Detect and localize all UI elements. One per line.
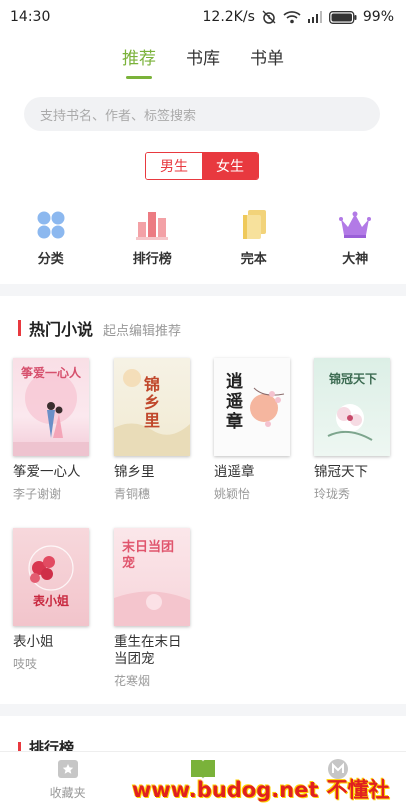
book-cover: 锦冠天下 <box>314 358 390 456</box>
book-cover: 表小姐 <box>13 528 89 626</box>
category-label: 完本 <box>240 252 267 267</box>
gender-toggle: 男生 女生 <box>145 152 259 180</box>
cover-title: 表小姐 <box>32 594 69 608</box>
category-label: 排行榜 <box>132 252 172 267</box>
status-time: 14:30 <box>10 9 51 25</box>
gender-female-button[interactable]: 女生 <box>202 153 258 179</box>
book-card[interactable]: 逍遥章 逍遥章 姚颖怡 <box>214 358 290 502</box>
tab-recommend[interactable]: 推荐 <box>122 44 156 79</box>
book-author: 吱吱 <box>13 657 38 671</box>
alarm-off-icon <box>262 10 276 24</box>
category-label: 大神 <box>342 252 369 267</box>
book-stack-icon <box>237 208 271 242</box>
bar-rank-icon <box>135 208 169 242</box>
category-row: 分类 排行榜 完本 大神 <box>0 208 406 267</box>
book-title: 表小姐 <box>13 634 54 650</box>
wifi-icon <box>283 11 301 24</box>
book-author: 李子谢谢 <box>13 487 62 501</box>
book-author: 姚颖怡 <box>214 487 251 501</box>
book-title: 筝爱一心人 <box>13 464 81 480</box>
tab-library[interactable]: 书库 <box>186 44 220 75</box>
book-card[interactable]: 末日当团宠 重生在末日当团宠 花寒烟 <box>114 528 190 689</box>
book-author: 青铜穗 <box>114 487 151 501</box>
cover-title: 末日当团宠 <box>122 540 175 571</box>
book-cover: 逍遥章 <box>214 358 290 456</box>
book-title: 锦乡里 <box>114 464 155 480</box>
book-cover: 末日当团宠 <box>114 528 190 626</box>
section-divider <box>0 284 406 296</box>
hot-section-header: 热门小说 起点编辑推荐 <box>18 316 181 340</box>
top-tabs: 推荐 书库 书单 <box>0 44 406 79</box>
section-subtitle: 起点编辑推荐 <box>103 324 182 339</box>
book-card[interactable]: 锦乡里 锦乡里 青铜穗 <box>114 358 190 502</box>
bookshelf-icon <box>57 758 79 780</box>
nav-label: 收藏夹 <box>49 786 86 800</box>
book-cover: 锦乡里 <box>114 358 190 456</box>
battery-icon <box>328 10 357 24</box>
search-placeholder: 支持书名、作者、标签搜索 <box>40 108 197 124</box>
battery-level: 99% <box>362 9 394 25</box>
category-master[interactable]: 大神 <box>305 208 406 267</box>
section-marker <box>18 320 21 336</box>
cover-title: 逍遥章 <box>226 372 243 432</box>
book-card[interactable]: 筝爱一心人 筝爱一心人 李子谢谢 <box>13 358 89 502</box>
book-card[interactable]: 锦冠天下 锦冠天下 玲珑秀 <box>314 358 390 502</box>
gender-male-button[interactable]: 男生 <box>146 153 202 179</box>
nav-bookshelf[interactable]: 收藏夹 <box>0 752 135 809</box>
section-title: 热门小说 <box>29 320 94 339</box>
network-speed: 12.2K/s <box>202 9 255 25</box>
status-bar: 14:30 12.2K/s 99% <box>0 0 406 34</box>
book-title: 锦冠天下 <box>314 464 368 480</box>
book-card[interactable]: 表小姐 表小姐 吱吱 <box>13 528 89 672</box>
tab-booklist[interactable]: 书单 <box>250 44 284 75</box>
cover-title: 锦冠天下 <box>328 372 377 386</box>
book-author: 花寒烟 <box>114 674 151 688</box>
book-title: 重生在末日当团宠 <box>114 634 182 667</box>
book-title: 逍遥章 <box>214 464 255 480</box>
signal-icon <box>307 11 322 23</box>
crown-icon <box>338 208 372 242</box>
book-author: 玲珑秀 <box>314 487 351 501</box>
book-cover: 筝爱一心人 <box>13 358 89 456</box>
grid-dots-icon <box>34 208 68 242</box>
search-input[interactable]: 支持书名、作者、标签搜索 <box>24 97 380 131</box>
cover-title: 锦乡里 <box>144 375 161 430</box>
watermark-logo: www.budog.net不懂社区 <box>132 774 406 809</box>
category-label: 分类 <box>37 252 64 267</box>
section-divider <box>0 704 406 716</box>
category-ranking[interactable]: 排行榜 <box>102 208 204 267</box>
category-classify[interactable]: 分类 <box>0 208 102 267</box>
status-icons: 12.2K/s 99% <box>203 9 395 25</box>
cover-title: 筝爱一心人 <box>20 366 81 380</box>
watermark-site: www.budog.net <box>132 778 319 802</box>
category-finished[interactable]: 完本 <box>203 208 305 267</box>
